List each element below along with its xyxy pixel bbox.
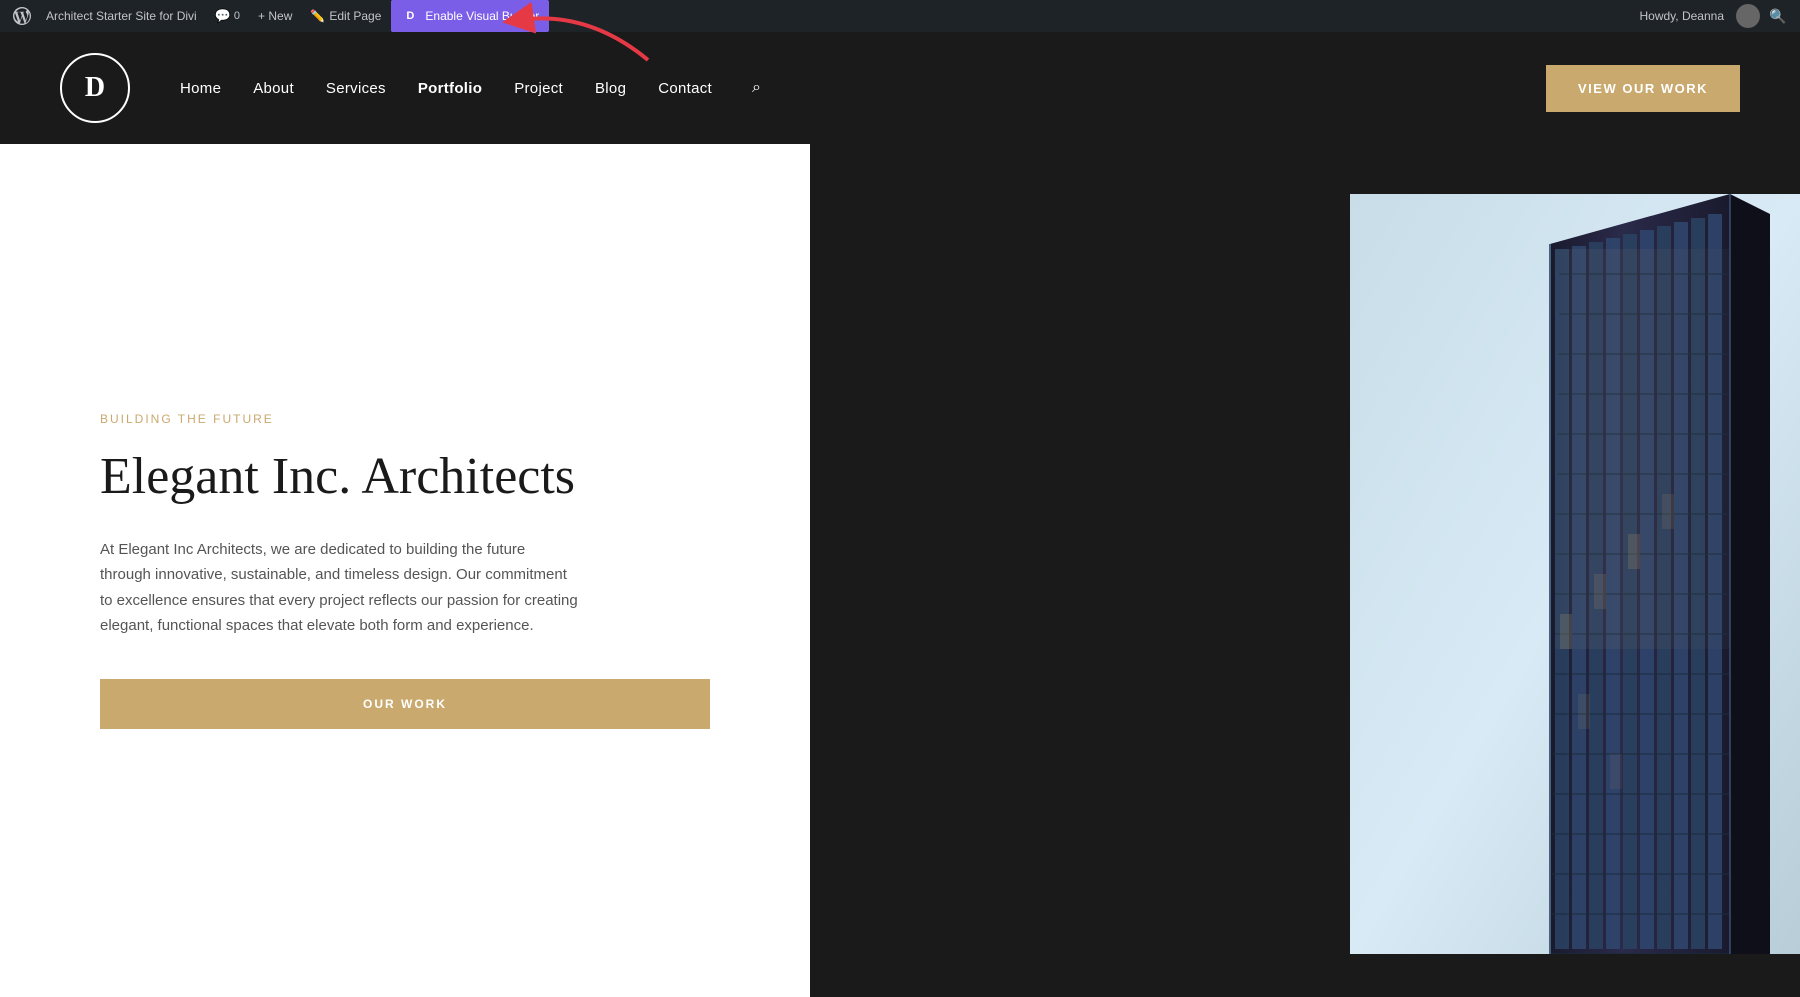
enable-visual-builder-item[interactable]: D Enable Visual Builder bbox=[391, 0, 549, 32]
comment-count: 0 bbox=[234, 10, 240, 22]
pencil-icon: ✏️ bbox=[310, 9, 325, 23]
comments-bar-item[interactable]: 💬 0 bbox=[207, 0, 248, 32]
admin-bar-right: Howdy, Deanna 🔍 bbox=[1632, 2, 1793, 30]
hero-content-right bbox=[810, 144, 1800, 997]
comment-icon: 💬 bbox=[215, 8, 231, 24]
nav-blog[interactable]: Blog bbox=[595, 80, 626, 97]
hero-eyebrow: BUILDING THE FUTURE bbox=[100, 412, 710, 426]
nav-search-icon[interactable]: ⌕ bbox=[752, 79, 761, 97]
admin-search-icon[interactable]: 🔍 bbox=[1764, 2, 1792, 30]
site-logo[interactable]: D bbox=[60, 53, 130, 123]
wordpress-icon bbox=[13, 7, 31, 25]
building-illustration bbox=[1350, 194, 1800, 954]
edit-page-bar-item[interactable]: ✏️ Edit Page bbox=[302, 0, 389, 32]
nav-about[interactable]: About bbox=[253, 80, 294, 97]
site-title-text: Architect Starter Site for Divi bbox=[46, 9, 197, 23]
howdy-text[interactable]: Howdy, Deanna bbox=[1632, 9, 1733, 23]
admin-bar: Architect Starter Site for Divi 💬 0 + Ne… bbox=[0, 0, 1800, 32]
header-cta-button[interactable]: VIEW OUR WORK bbox=[1546, 65, 1740, 112]
divi-icon: D bbox=[401, 7, 419, 25]
new-label: + New bbox=[258, 9, 292, 23]
site-title-bar-item[interactable]: Architect Starter Site for Divi bbox=[38, 0, 205, 32]
logo-letter: D bbox=[85, 72, 105, 104]
hero-content-left: BUILDING THE FUTURE Elegant Inc. Archite… bbox=[0, 144, 810, 997]
enable-visual-label: Enable Visual Builder bbox=[425, 9, 539, 23]
nav-contact[interactable]: Contact bbox=[658, 80, 712, 97]
nav-portfolio[interactable]: Portfolio bbox=[418, 80, 482, 97]
hero-title: Elegant Inc. Architects bbox=[100, 446, 710, 508]
nav-project[interactable]: Project bbox=[514, 80, 563, 97]
wp-logo[interactable] bbox=[8, 2, 36, 30]
nav-services[interactable]: Services bbox=[326, 80, 386, 97]
building-image-container bbox=[1350, 194, 1800, 954]
hero-body: At Elegant Inc Architects, we are dedica… bbox=[100, 537, 580, 639]
admin-bar-left: Architect Starter Site for Divi 💬 0 + Ne… bbox=[8, 0, 1632, 32]
hero-cta-button[interactable]: OUR WORK bbox=[100, 679, 710, 729]
new-bar-item[interactable]: + New bbox=[250, 0, 300, 32]
nav-home[interactable]: Home bbox=[180, 80, 221, 97]
edit-page-label: Edit Page bbox=[329, 9, 381, 23]
main-content: BUILDING THE FUTURE Elegant Inc. Archite… bbox=[0, 144, 1800, 997]
site-nav: Home About Services Portfolio Project Bl… bbox=[180, 79, 1546, 97]
avatar bbox=[1736, 4, 1760, 28]
site-header: D Home About Services Portfolio Project … bbox=[0, 32, 1800, 144]
